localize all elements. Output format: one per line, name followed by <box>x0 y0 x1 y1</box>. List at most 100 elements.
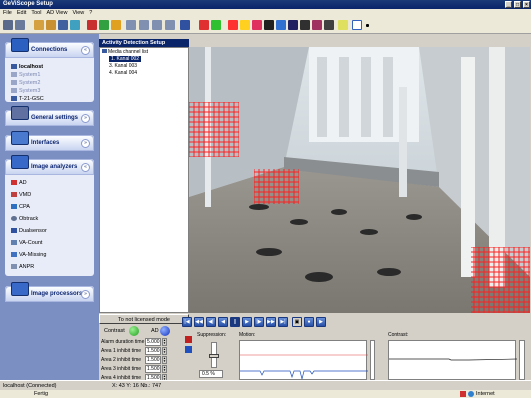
spin-button[interactable]: ▲ ▼ <box>162 365 167 373</box>
area3-inhibit-input[interactable]: 1.500 <box>145 365 161 373</box>
first-frame-icon[interactable]: |◀ <box>182 317 192 327</box>
motion-threshold-slider[interactable] <box>370 340 375 380</box>
image-processors-title: Image processors <box>31 291 83 297</box>
toolbar-button-7[interactable] <box>87 20 97 30</box>
menu-tool[interactable]: Tool <box>31 10 41 16</box>
zone-label: Internet <box>476 391 495 397</box>
fast-forward-icon[interactable]: ▶▶ <box>266 317 276 327</box>
analyzer-item-cpa[interactable]: CPA <box>11 203 30 211</box>
expand-icon[interactable]: » <box>81 139 90 148</box>
pen-icon[interactable] <box>338 20 348 30</box>
toolbar-button-15[interactable] <box>199 20 209 30</box>
save-icon[interactable] <box>58 20 68 30</box>
toolbar-button-22[interactable] <box>288 20 298 30</box>
not-licensed-button[interactable]: To not licensed mode <box>99 314 189 324</box>
camera-view[interactable] <box>189 47 530 313</box>
toolbar-button-20[interactable] <box>264 20 274 30</box>
analyzer-item-ad[interactable]: AD <box>11 179 27 187</box>
toolbar-button-2[interactable] <box>15 20 25 30</box>
toolbar-button-10[interactable] <box>126 20 136 30</box>
menu-edit[interactable]: Edit <box>17 10 26 16</box>
toolbar-button-19[interactable] <box>252 20 262 30</box>
area1-inhibit-input[interactable]: 1.500 <box>145 347 161 355</box>
app-title: GeViScope Setup <box>3 1 53 7</box>
expand-icon[interactable]: » <box>81 290 90 299</box>
expand-icon[interactable]: » <box>81 114 90 123</box>
step-back-icon[interactable]: ◀| <box>206 317 216 327</box>
slider-thumb[interactable] <box>209 354 219 358</box>
title-bar: GeViScope Setup _ □ × <box>0 0 531 9</box>
toolbar-button-9[interactable] <box>111 20 121 30</box>
general-settings-panel: General settings » <box>5 106 94 126</box>
detection-area-1[interactable] <box>189 102 239 157</box>
connection-item[interactable]: System3 <box>11 87 40 95</box>
last-frame-icon[interactable]: ▶| <box>278 317 288 327</box>
toolbar-button-3[interactable] <box>34 20 44 30</box>
toolbar-button-25[interactable] <box>324 20 334 30</box>
snapshot-icon[interactable]: ▣ <box>292 317 302 327</box>
toolbar-button-17[interactable] <box>228 20 238 30</box>
toolbar-button-13[interactable] <box>165 20 175 30</box>
menu-adview[interactable]: AD View <box>46 10 67 16</box>
connection-item[interactable]: T-21-GSC <box>11 95 44 103</box>
live-icon[interactable]: ● <box>304 317 314 327</box>
spin-button[interactable]: ▲ ▼ <box>162 356 167 364</box>
fast-back-icon[interactable]: ◀◀ <box>194 317 204 327</box>
select-icon[interactable] <box>352 20 362 30</box>
tree-root[interactable]: Media channel list <box>102 49 148 55</box>
server-icon <box>11 64 17 70</box>
contrast-indicator-row: Contrast AD <box>99 325 189 337</box>
menu-file[interactable]: File <box>3 10 12 16</box>
contrast-threshold-slider[interactable] <box>519 340 525 380</box>
detection-area-2[interactable] <box>254 169 299 204</box>
connection-item[interactable]: System1 <box>11 71 40 79</box>
analyzer-item-va-count[interactable]: VA-Count <box>11 239 42 247</box>
area-color-icon[interactable] <box>185 336 192 343</box>
analyzer-item-dualsensor[interactable]: Dualsensor <box>11 227 47 235</box>
alarm-duration-input[interactable]: 5.000 <box>145 338 161 346</box>
pause-icon[interactable]: || <box>230 317 240 327</box>
spin-button[interactable]: ▲ ▼ <box>162 338 167 346</box>
analyzer-item-anpr[interactable]: ANPR <box>11 263 34 271</box>
interface-icon <box>11 131 29 145</box>
toolbar-button-11[interactable] <box>139 20 149 30</box>
menu-view[interactable]: View <box>72 10 84 16</box>
toolbar-button-16[interactable] <box>211 20 221 30</box>
analyzer-item-va-missing[interactable]: VA-Missing <box>11 251 46 259</box>
toolbar-button-8[interactable] <box>99 20 109 30</box>
maximize-button[interactable]: □ <box>514 1 521 8</box>
toolbar-button-24[interactable] <box>312 20 322 30</box>
collapse-icon[interactable]: « <box>81 46 90 55</box>
detection-area-3[interactable] <box>471 247 530 313</box>
ad-label: AD <box>151 328 159 334</box>
toolbar-button-23[interactable] <box>300 20 310 30</box>
toolbar-button-18[interactable] <box>240 20 250 30</box>
analyzer-item-vmd[interactable]: VMD <box>11 191 31 199</box>
toolbar-button-1[interactable] <box>3 20 13 30</box>
connection-item[interactable]: System2 <box>11 79 40 87</box>
folder-icon[interactable] <box>46 20 56 30</box>
record-icon[interactable]: ▶ <box>316 317 326 327</box>
area2-inhibit-input[interactable]: 1.500 <box>145 356 161 364</box>
play-icon[interactable]: ▶ <box>242 317 252 327</box>
toolbar-button-12[interactable] <box>152 20 162 30</box>
area-select-icon[interactable] <box>185 346 192 353</box>
dot-icon[interactable] <box>366 24 369 27</box>
toolbar-button-14[interactable] <box>180 20 190 30</box>
collapse-icon[interactable]: « <box>81 163 90 172</box>
spin-button[interactable]: ▲ ▼ <box>162 347 167 355</box>
close-button[interactable]: × <box>523 1 530 8</box>
channel-item[interactable]: 1. Kanal 002 <box>109 56 142 62</box>
vmd-icon <box>11 192 17 198</box>
connection-item[interactable]: localhost <box>11 63 43 71</box>
play-back-icon[interactable]: ◀ <box>218 317 228 327</box>
minimize-button[interactable]: _ <box>505 1 512 8</box>
toolbar-button-6[interactable] <box>70 20 80 30</box>
step-forward-icon[interactable]: |▶ <box>254 317 264 327</box>
channel-item[interactable]: 4. Kanal 004 <box>109 70 137 76</box>
menu-help[interactable]: ? <box>89 10 92 16</box>
channel-item[interactable]: 3. Kanal 003 <box>109 63 137 69</box>
toolbar-button-21[interactable] <box>276 20 286 30</box>
folder-icon <box>102 49 107 53</box>
analyzer-item-obtrack[interactable]: Obtrack <box>11 215 38 223</box>
